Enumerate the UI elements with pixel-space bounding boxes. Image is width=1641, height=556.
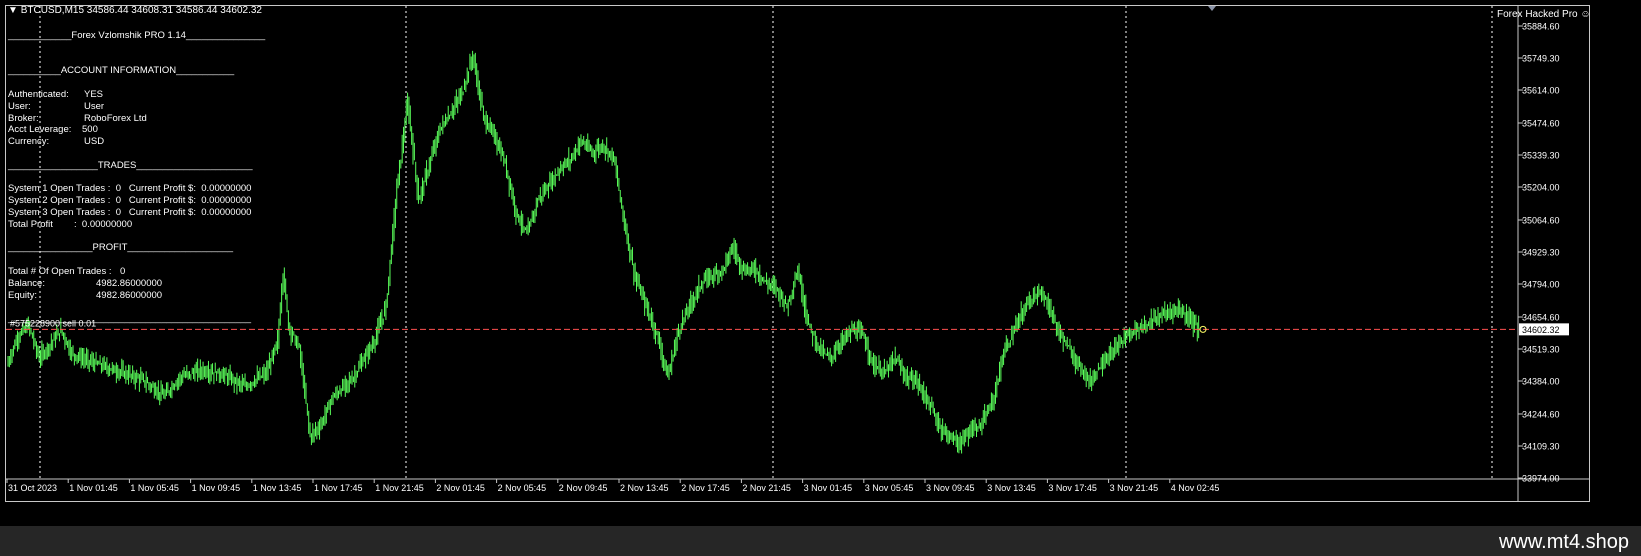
row-value: USD: [84, 136, 105, 148]
price-tick-label: 35474.60: [1522, 118, 1560, 128]
profit-row: Equity: 4982.86000000: [8, 290, 265, 302]
price-tick-label: 33974.00: [1522, 474, 1560, 484]
account-row: Acct Leverage: 500: [8, 124, 265, 136]
time-tick-label: 2 Nov 17:45: [681, 483, 730, 493]
row-value: 0: [120, 265, 126, 277]
account-row: Authenticated: YES: [8, 89, 265, 101]
profit-header: ________________PROFIT__________________…: [8, 242, 234, 254]
time-tick-label: 2 Nov 05:45: [498, 483, 547, 493]
indicator-label: Forex Hacked Pro ☺: [1497, 9, 1591, 20]
price-tick-label: 34794.00: [1522, 280, 1560, 290]
trade-row: System 3 Open Trades : 0 Current Profit …: [8, 206, 252, 218]
time-tick-label: 2 Nov 13:45: [620, 483, 669, 493]
row-label: Acct Leverage:: [8, 124, 72, 136]
trades-header: _________________TRADES_________________…: [8, 159, 253, 171]
row-value: 500: [82, 124, 98, 136]
price-tick-label: 35749.30: [1522, 54, 1560, 64]
terminal-window: 35884.60 35749.30 35614.00 35474.60 35339.30…: [0, 0, 1641, 556]
account-info-list: Authenticated: YES User: User Broker: RoboFor…: [8, 89, 265, 148]
row-label: Equity:: [8, 289, 38, 301]
time-tick-label: 1 Nov 13:45: [253, 483, 302, 493]
time-tick-label: 2 Nov 01:45: [436, 483, 485, 493]
price-tick-label: 35064.60: [1522, 215, 1560, 225]
row-value: User: [84, 100, 105, 112]
time-tick-label: 1 Nov 05:45: [130, 483, 179, 493]
panel-bottom-rule: ________________________________________…: [8, 313, 252, 325]
time-tick-label: 2 Nov 09:45: [559, 483, 608, 493]
price-tick-label: 34929.30: [1522, 248, 1560, 258]
row-label: Currency:: [8, 136, 50, 148]
price-tick-label: 35884.60: [1522, 22, 1560, 32]
price-tick-label: 35614.00: [1522, 86, 1560, 96]
scroll-marker-icon: [1208, 6, 1216, 11]
price-tick-label: 35204.00: [1522, 183, 1560, 193]
time-tick-label: 3 Nov 21:45: [1110, 483, 1159, 493]
account-row: Currency: USD: [8, 136, 265, 148]
row-label: Balance:: [8, 277, 45, 289]
row-label: Authenticated:: [8, 88, 69, 100]
price-tick-label: 35339.30: [1522, 151, 1560, 161]
account-row: Broker: RoboForex Ltd: [8, 113, 265, 125]
trade-row: System 2 Open Trades : 0 Current Profit …: [8, 195, 252, 207]
row-value: YES: [84, 88, 104, 100]
symbol-line: ▼ BTCUSD,M15 34586.44 34608.31 34586.44 …: [8, 5, 262, 16]
price-tick-label: 34384.00: [1522, 377, 1560, 387]
time-tick-label: 1 Nov 01:45: [69, 483, 118, 493]
price-tick-label: 34109.30: [1522, 441, 1560, 451]
time-tick-label: 4 Nov 02:45: [1171, 483, 1220, 493]
profit-row: Balance: 4982.86000000: [8, 278, 265, 290]
row-value: 4982.86000000: [96, 289, 163, 301]
panel-title-line: ____________Forex Vzlomshik PRO 1.14____…: [8, 30, 266, 41]
price-tick-label: 34654.60: [1522, 312, 1560, 322]
row-label: Broker:: [8, 112, 39, 124]
row-value: RoboForex Ltd: [84, 112, 147, 124]
trade-row: Total Profit : 0.00000000: [8, 218, 133, 230]
time-tick-label: 3 Nov 05:45: [865, 483, 914, 493]
time-tick-label: 1 Nov 21:45: [375, 483, 424, 493]
price-tick-label: 34519.30: [1522, 344, 1560, 354]
row-label: User:: [8, 100, 31, 112]
time-tick-label: 1 Nov 17:45: [314, 483, 363, 493]
time-tick-label: 3 Nov 09:45: [926, 483, 975, 493]
time-tick-label: 1 Nov 09:45: [192, 483, 241, 493]
time-tick-label: 3 Nov 01:45: [804, 483, 853, 493]
profit-list: Total # Of Open Trades : 0 Balance: 4982.86…: [8, 266, 265, 301]
smiley-icon: ☺: [1580, 9, 1591, 20]
time-tick-label: 3 Nov 13:45: [987, 483, 1036, 493]
trades-list: System 1 Open Trades : 0 Current Profit …: [8, 183, 265, 230]
row-value: 4982.86000000: [96, 277, 163, 289]
profit-row: Total # Of Open Trades : 0: [8, 266, 265, 278]
time-tick-label: 3 Nov 17:45: [1048, 483, 1097, 493]
price-tick-label: 34244.60: [1522, 409, 1560, 419]
time-tick-label: 31 Oct 2023: [8, 483, 57, 493]
ea-info-panel: ____________Forex Vzlomshik PRO 1.14____…: [8, 30, 265, 325]
watermark: www.mt4.shop: [1498, 531, 1629, 553]
row-label: Total # Of Open Trades :: [8, 265, 112, 277]
time-tick-label: 2 Nov 21:45: [742, 483, 791, 493]
collapse-arrow-icon[interactable]: ▼: [8, 5, 21, 16]
account-header: __________ACCOUNT INFORMATION___________: [8, 65, 235, 77]
current-price-label: 34602.32: [1522, 325, 1560, 335]
trade-row: System 1 Open Trades : 0 Current Profit …: [8, 183, 252, 195]
account-row: User: User: [8, 101, 265, 113]
footer-bar: [0, 526, 1641, 556]
